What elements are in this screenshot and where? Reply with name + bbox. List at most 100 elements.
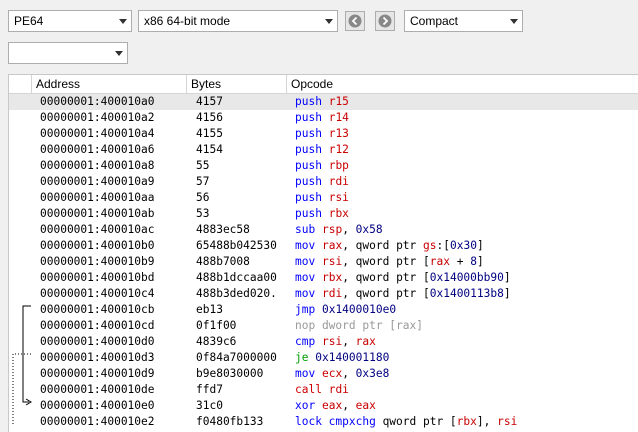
instruction-row[interactable]: 00000001:400010c4 488b3ded020. mov rdi, qw… [9, 286, 638, 302]
opcode-token: qword ptr [ [375, 415, 457, 428]
opcode-token: , [342, 399, 356, 412]
header-opcode[interactable]: Opcode [287, 75, 638, 93]
opcode-token [322, 127, 329, 140]
opcode-token: cmp [295, 335, 316, 348]
instruction-bytes: 488b3ded020. [196, 287, 277, 300]
opcode-token: mov [295, 239, 316, 252]
architecture-select[interactable]: PE64 [8, 10, 132, 32]
opcode-token: r13 [328, 127, 349, 140]
instruction-row[interactable]: 00000001:400010a8 55 push rbp [9, 158, 638, 174]
opcode-token [322, 191, 329, 204]
instruction-row[interactable]: 00000001:400010a4 4155 push r13 [9, 126, 638, 142]
opcode-token: rsi [497, 415, 518, 428]
instruction-opcode: call rdi [295, 382, 638, 398]
opcode-token: ], [476, 415, 498, 428]
opcode-token: r12 [328, 143, 349, 156]
instruction-bytes: ffd7 [196, 383, 223, 396]
instruction-row[interactable]: 00000001:400010cd 0f1f00 nop dword ptr [ra… [9, 318, 638, 334]
opcode-token: rsi [321, 335, 343, 348]
instruction-address: 00000001:400010a4 [40, 127, 155, 140]
opcode-token: 0x1400010e0 [321, 303, 397, 316]
instruction-row[interactable]: 00000001:400010cb eb13 jmp 0x1400010e0 [9, 302, 638, 318]
opcode-token: mov [295, 287, 316, 300]
instruction-row[interactable]: 00000001:400010d3 0f84a7000000 je 0x140001… [9, 350, 638, 366]
view-value: Compact [410, 14, 459, 28]
instruction-row[interactable]: 00000001:400010b9 488b7008 mov rsi, qword … [9, 254, 638, 270]
opcode-token: eax [321, 399, 343, 412]
instruction-row[interactable]: 00000001:400010de ffd7 call rdi [9, 382, 638, 398]
opcode-token: 0x30 [449, 239, 477, 252]
opcode-token: , qword ptr [ [342, 255, 430, 268]
view-select[interactable]: Compact [404, 10, 523, 32]
opcode-token [315, 335, 322, 348]
opcode-token: sub [295, 223, 316, 236]
instruction-bytes: 56 [196, 191, 210, 204]
instruction-row[interactable]: 00000001:400010a0 4157 push r15 [9, 94, 638, 110]
back-button[interactable] [345, 11, 365, 31]
opcode-token: 8 [470, 255, 477, 268]
instruction-bytes: 57 [196, 175, 210, 188]
opcode-token [322, 383, 329, 396]
instruction-address: 00000001:400010a6 [40, 143, 155, 156]
instruction-opcode: mov rsi, qword ptr [rax + 8] [295, 254, 638, 270]
opcode-token: push [295, 159, 322, 172]
opcode-token: rbx [456, 415, 477, 428]
instruction-opcode: push rbx [295, 206, 638, 222]
opcode-token: rsi [328, 191, 349, 204]
instruction-opcode: sub rsp, 0x58 [295, 222, 638, 238]
opcode-token: push [295, 111, 322, 124]
chevron-down-icon [115, 11, 131, 31]
opcode-token: , [342, 335, 356, 348]
secondary-select[interactable] [8, 42, 128, 64]
instruction-row[interactable]: 00000001:400010ab 53 push rbx [9, 206, 638, 222]
opcode-token [322, 95, 329, 108]
opcode-token: 0x1400113b8 [429, 287, 504, 300]
instruction-opcode: push r15 [295, 94, 638, 110]
instruction-address: 00000001:400010cb [40, 303, 155, 316]
chevron-down-icon [506, 11, 522, 31]
instruction-row[interactable]: 00000001:400010b0 65488b042530 mov rax, qw… [9, 238, 638, 254]
instruction-opcode: mov ecx, 0x3e8 [295, 366, 638, 382]
instruction-row[interactable]: 00000001:400010aa 56 push rsi [9, 190, 638, 206]
opcode-token: je [295, 351, 309, 364]
grid-header: Address Bytes Opcode [9, 75, 638, 94]
arrow-right-icon [378, 14, 392, 28]
instruction-row[interactable]: 00000001:400010d0 4839c6 cmp rsi, rax [9, 334, 638, 350]
instruction-opcode: push rbp [295, 158, 638, 174]
instruction-row[interactable]: 00000001:400010e0 31c0 xor eax, eax [9, 398, 638, 414]
header-address[interactable]: Address [32, 75, 187, 93]
instruction-row[interactable]: 00000001:400010d9 b9e8030000 mov ecx, 0x3e… [9, 366, 638, 382]
instruction-row[interactable]: 00000001:400010a9 57 push rdi [9, 174, 638, 190]
disassembly-grid[interactable]: Address Bytes Opcode 00000001:400010a0 41… [8, 74, 638, 432]
opcode-token: ] [476, 239, 484, 252]
opcode-token: , qword ptr [ [342, 287, 430, 300]
instruction-row[interactable]: 00000001:400010a6 4154 push r12 [9, 142, 638, 158]
instruction-address: 00000001:400010ab [40, 207, 155, 220]
instruction-bytes: 4156 [196, 111, 223, 124]
opcode-token: r14 [328, 111, 349, 124]
header-bytes[interactable]: Bytes [187, 75, 287, 93]
opcode-token: + [449, 255, 471, 268]
opcode-token: ] [503, 287, 511, 300]
instruction-bytes: 0f1f00 [196, 319, 237, 332]
instruction-address: 00000001:400010e0 [40, 399, 155, 412]
instruction-row[interactable]: 00000001:400010bd 488b1dccaa00 mov rbx, qw… [9, 270, 638, 286]
forward-button[interactable] [375, 11, 395, 31]
opcode-token: rsi [321, 255, 343, 268]
instruction-opcode: nop dword ptr [rax] [295, 318, 638, 334]
instruction-row[interactable]: 00000001:400010a2 4156 push r14 [9, 110, 638, 126]
instruction-row[interactable]: 00000001:400010ac 4883ec58 sub rsp, 0x58 [9, 222, 638, 238]
opcode-token [315, 303, 322, 316]
chevron-down-icon [111, 43, 127, 63]
instruction-address: 00000001:400010a0 [40, 95, 155, 108]
instruction-bytes: 0f84a7000000 [196, 351, 277, 364]
opcode-token: lock cmpxchg [295, 415, 376, 428]
mode-select[interactable]: x86 64-bit mode [138, 10, 338, 32]
instruction-row[interactable]: 00000001:400010e2 f0480fb133 lock cmpxchg … [9, 414, 638, 430]
instruction-bytes: 31c0 [196, 399, 223, 412]
instruction-rows: 00000001:400010a0 4157 push r15 00000001:40… [9, 94, 638, 430]
instruction-bytes: 55 [196, 159, 210, 172]
opcode-token: push [295, 143, 322, 156]
instruction-address: 00000001:400010b0 [40, 239, 155, 252]
opcode-token [322, 207, 329, 220]
